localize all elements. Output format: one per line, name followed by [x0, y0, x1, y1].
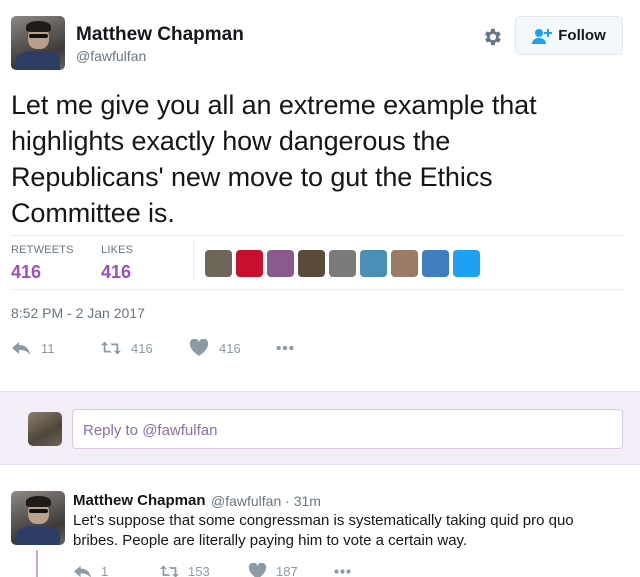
- heart-icon: [189, 339, 209, 356]
- reply-icon: [74, 565, 91, 577]
- liker-avatar[interactable]: [205, 250, 232, 277]
- reply-action[interactable]: 11: [11, 339, 55, 357]
- liker-avatar[interactable]: [391, 250, 418, 277]
- retweet-icon: [101, 341, 121, 355]
- thread-line: [36, 550, 38, 577]
- more-action[interactable]: [275, 339, 295, 357]
- follow-label: Follow: [558, 27, 606, 44]
- reply-compose-area: Reply to @fawfulfan: [0, 391, 640, 465]
- reply-author-name[interactable]: Matthew Chapman: [73, 492, 206, 509]
- liker-avatar[interactable]: [453, 250, 480, 277]
- like-count: 416: [219, 340, 241, 356]
- retweet-count: 416: [131, 340, 153, 356]
- like-action[interactable]: 416: [189, 339, 241, 357]
- retweets-stat[interactable]: RETWEETS 416: [11, 244, 74, 283]
- reply-input[interactable]: Reply to @fawfulfan: [72, 409, 623, 449]
- stats-separator: [193, 240, 194, 280]
- likes-value: 416: [101, 262, 132, 282]
- likes-stat[interactable]: LIKES 416: [101, 244, 133, 283]
- more-icon: [334, 569, 351, 574]
- follow-button[interactable]: Follow: [515, 16, 623, 55]
- retweets-label: RETWEETS: [11, 244, 74, 256]
- reply-tweet-like-action[interactable]: 187: [248, 563, 298, 577]
- retweet-action[interactable]: 416: [101, 339, 153, 357]
- author-handle[interactable]: @fawfulfan: [76, 48, 146, 64]
- reply-count: 11: [41, 340, 55, 356]
- liker-avatar[interactable]: [267, 250, 294, 277]
- author-name[interactable]: Matthew Chapman: [76, 24, 244, 46]
- tweet-timestamp[interactable]: 8:52 PM - 2 Jan 2017: [11, 305, 145, 321]
- more-icon: [276, 345, 294, 351]
- reply-tweet-text: Let's suppose that some congressman is s…: [73, 512, 574, 549]
- divider: [11, 289, 623, 290]
- liker-avatar[interactable]: [329, 250, 356, 277]
- liker-avatar[interactable]: [422, 250, 449, 277]
- reply-tweet-reply-count: 1: [101, 564, 109, 577]
- divider: [11, 235, 623, 236]
- reply-tweet-retweet-action[interactable]: 153: [160, 563, 210, 577]
- reply-tweet-reply-action[interactable]: 1: [73, 563, 108, 577]
- viewer-avatar: [28, 412, 62, 446]
- reply-author-meta[interactable]: @fawfulfan · 31m: [211, 493, 321, 509]
- add-user-icon: [532, 28, 553, 44]
- author-avatar[interactable]: [11, 16, 65, 70]
- reply-author-avatar[interactable]: [11, 491, 65, 545]
- reply-tweet-like-count: 187: [276, 564, 298, 577]
- tweet-text: Let me give you all an extreme example t…: [11, 90, 537, 228]
- gear-icon[interactable]: [481, 26, 503, 48]
- reply-tweet-more-action[interactable]: [333, 563, 352, 577]
- liker-avatars: [205, 250, 480, 277]
- liker-avatar[interactable]: [236, 250, 263, 277]
- reply-tweet-retweet-count: 153: [188, 564, 210, 577]
- likes-label: LIKES: [101, 244, 134, 256]
- reply-icon: [12, 342, 30, 355]
- liker-avatar[interactable]: [298, 250, 325, 277]
- heart-icon: [248, 563, 267, 577]
- retweets-value: 416: [11, 262, 42, 282]
- liker-avatar[interactable]: [360, 250, 387, 277]
- retweet-icon: [160, 565, 179, 577]
